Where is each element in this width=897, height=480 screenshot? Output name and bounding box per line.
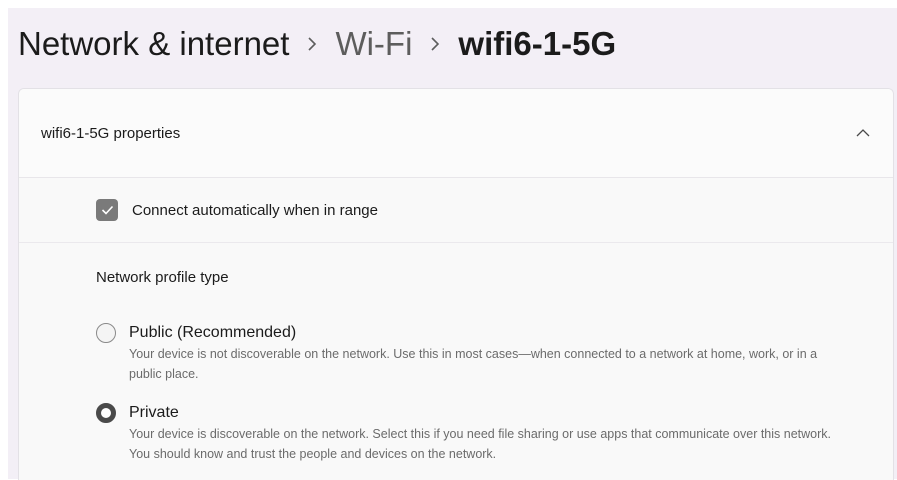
private-radio[interactable] bbox=[96, 403, 116, 423]
public-label: Public (Recommended) bbox=[129, 324, 297, 341]
public-description: Your device is not discoverable on the n… bbox=[129, 347, 818, 381]
chevron-up-icon[interactable] bbox=[855, 125, 871, 141]
private-label: Private bbox=[129, 404, 179, 421]
connect-automatically-label: Connect automatically when in range bbox=[132, 201, 378, 219]
properties-title: wifi6-1-5G properties bbox=[41, 124, 181, 142]
network-profile-section: Network profile type Public (Recommended… bbox=[19, 243, 893, 480]
chevron-right-icon bbox=[430, 37, 440, 51]
breadcrumb-network-internet[interactable]: Network & internet bbox=[18, 25, 289, 63]
chevron-right-icon bbox=[307, 37, 317, 51]
profile-option-public[interactable]: Public (Recommended) Your device is not … bbox=[96, 322, 839, 384]
connect-automatically-row[interactable]: Connect automatically when in range bbox=[19, 178, 893, 243]
profile-option-private[interactable]: Private Your device is discoverable on t… bbox=[96, 402, 839, 464]
properties-card: wifi6-1-5G properties Connect automatica… bbox=[18, 88, 894, 480]
connect-automatically-checkbox[interactable] bbox=[96, 199, 118, 221]
breadcrumb-wifi[interactable]: Wi-Fi bbox=[335, 25, 412, 63]
breadcrumb: Network & internet Wi-Fi wifi6-1-5G bbox=[18, 22, 616, 66]
properties-header[interactable]: wifi6-1-5G properties bbox=[19, 89, 893, 178]
public-radio[interactable] bbox=[96, 323, 116, 343]
settings-window: Network & internet Wi-Fi wifi6-1-5G wifi… bbox=[8, 8, 897, 480]
checkmark-icon bbox=[101, 205, 113, 215]
page-title: wifi6-1-5G bbox=[458, 25, 617, 62]
private-description: Your device is discoverable on the netwo… bbox=[129, 427, 831, 461]
network-profile-title: Network profile type bbox=[96, 269, 229, 286]
